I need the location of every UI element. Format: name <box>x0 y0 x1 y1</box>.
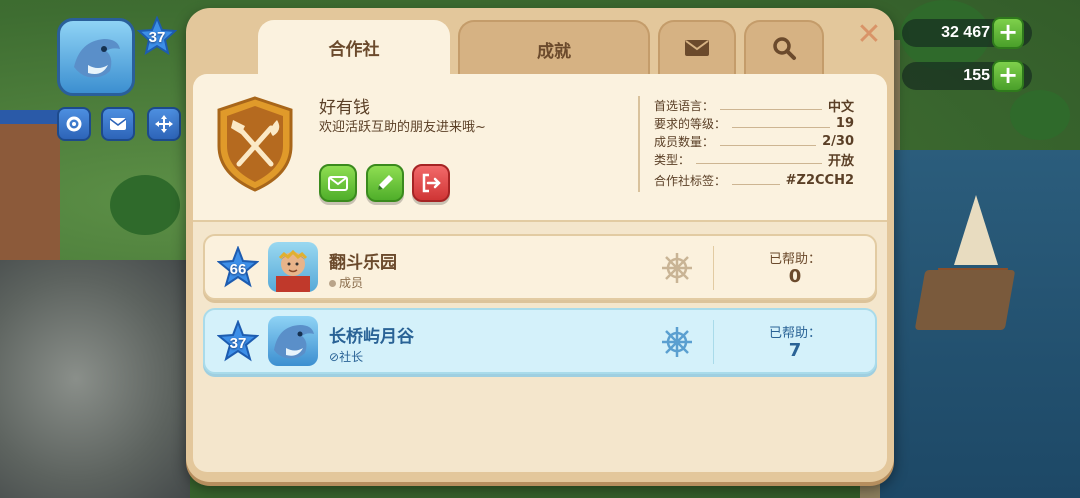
member-role: ⊘社长 <box>329 348 363 365</box>
coop-description: 欢迎活跃互助的朋友进来哦~ <box>319 120 486 135</box>
helped-count: 0 <box>788 266 802 287</box>
player-avatar[interactable] <box>57 18 135 96</box>
info-coop-tag-value: #Z2CCH2 <box>785 172 854 188</box>
tab-search[interactable] <box>744 20 824 78</box>
member-avatar <box>268 242 318 292</box>
player-level: 37 <box>148 29 166 46</box>
leave-coop-button[interactable] <box>412 164 450 202</box>
envelope-icon <box>685 40 709 56</box>
tab-coop-label: 合作社 <box>328 40 380 60</box>
row-divider <box>713 246 714 290</box>
info-type-value: 开放 <box>827 153 854 169</box>
magnifier-icon <box>773 37 796 60</box>
close-button[interactable]: ✕ <box>856 20 882 50</box>
member-role-label: 成员 <box>339 276 364 290</box>
leader-line <box>720 144 817 146</box>
info-member-count-label: 成员数量： <box>654 134 715 149</box>
info-required-level-label: 要求的等级： <box>654 116 727 131</box>
info-member-count-value: 2/30 <box>822 133 854 149</box>
member-role: 成员 <box>329 274 363 291</box>
coop-panel: 合作社 成就 ✕ 好有钱 欢迎活跃互助的朋友进来哦~ 首选语言： 中文 要求的等… <box>186 8 894 482</box>
info-member-count: 成员数量： 2/30 <box>654 132 854 150</box>
pencil-icon <box>378 175 393 190</box>
row-divider <box>713 320 714 364</box>
coop-name: 好有钱 <box>319 98 370 118</box>
panel-content: 好有钱 欢迎活跃互助的朋友进来哦~ 首选语言： 中文 要求的等级： 19 成员数… <box>193 74 887 472</box>
coop-header: 好有钱 欢迎活跃互助的朋友进来哦~ 首选语言： 中文 要求的等级： 19 成员数… <box>193 74 887 222</box>
gear-icon <box>66 116 82 132</box>
member-level: 66 <box>229 260 247 278</box>
member-level-star: 66 <box>217 246 259 288</box>
info-type: 类型： 开放 <box>654 150 854 169</box>
edit-coop-button[interactable] <box>366 164 404 202</box>
header-divider <box>638 96 640 192</box>
exit-door-icon <box>422 173 441 193</box>
member-name: 长桥屿月谷 <box>329 327 414 347</box>
add-diamonds-button[interactable]: + <box>992 60 1024 92</box>
leader-line <box>696 162 822 164</box>
leader-line <box>732 183 780 185</box>
message-coop-button[interactable] <box>319 164 357 202</box>
info-required-level-value: 19 <box>835 115 854 131</box>
tab-coop[interactable]: 合作社 <box>258 20 450 82</box>
member-avatar <box>268 316 318 366</box>
role-dot-icon <box>329 280 336 287</box>
leader-line <box>732 126 830 128</box>
ship-wheel-icon <box>662 253 692 283</box>
rock-cliffs <box>0 260 190 498</box>
sailboat-sail <box>954 195 998 265</box>
info-required-level: 要求的等级： 19 <box>654 114 854 132</box>
info-language-label: 首选语言： <box>654 98 715 113</box>
tab-mail[interactable] <box>658 20 736 78</box>
leader-badge-icon: ⊘ <box>329 350 340 364</box>
helped-count: 7 <box>788 340 802 361</box>
member-name: 翻斗乐园 <box>329 253 397 273</box>
fork-shovel-crest-icon <box>217 96 293 192</box>
roman-emperor-icon <box>276 249 310 292</box>
member-level-star: 37 <box>217 320 259 362</box>
move-button[interactable] <box>147 107 181 141</box>
info-type-label: 类型： <box>654 152 691 167</box>
member-row[interactable]: 66 翻斗乐园 成员 已帮助： 0 <box>203 234 877 300</box>
settings-button[interactable] <box>57 107 91 141</box>
mail-button[interactable] <box>101 107 135 141</box>
tab-achievements[interactable]: 成就 <box>458 20 650 78</box>
helped-label: 已帮助： <box>768 252 821 267</box>
member-role-label: 社长 <box>339 350 364 364</box>
helped-label: 已帮助： <box>768 326 821 341</box>
ship-wheel-icon <box>662 327 692 357</box>
info-language: 首选语言： 中文 <box>654 96 854 115</box>
tab-achievements-label: 成就 <box>537 42 571 62</box>
dolphin-icon <box>274 325 314 359</box>
add-coins-button[interactable]: + <box>992 17 1024 49</box>
member-level: 37 <box>229 334 247 352</box>
info-coop-tag-label: 合作社标签： <box>654 173 727 188</box>
tree <box>110 175 180 235</box>
move-arrows-icon <box>155 115 173 133</box>
wooden-dock <box>914 270 1016 330</box>
info-language-value: 中文 <box>827 99 854 115</box>
tree <box>1010 90 1070 140</box>
dolphin-icon <box>74 39 120 78</box>
leader-line <box>720 108 822 110</box>
envelope-icon <box>328 176 348 191</box>
member-row[interactable]: 37 长桥屿月谷 ⊘社长 已帮助： 7 <box>203 308 877 374</box>
player-level-star: 37 <box>137 16 177 56</box>
farm-building <box>0 110 60 260</box>
info-coop-tag: 合作社标签： #Z2CCH2 <box>654 171 854 189</box>
envelope-icon <box>109 118 127 130</box>
